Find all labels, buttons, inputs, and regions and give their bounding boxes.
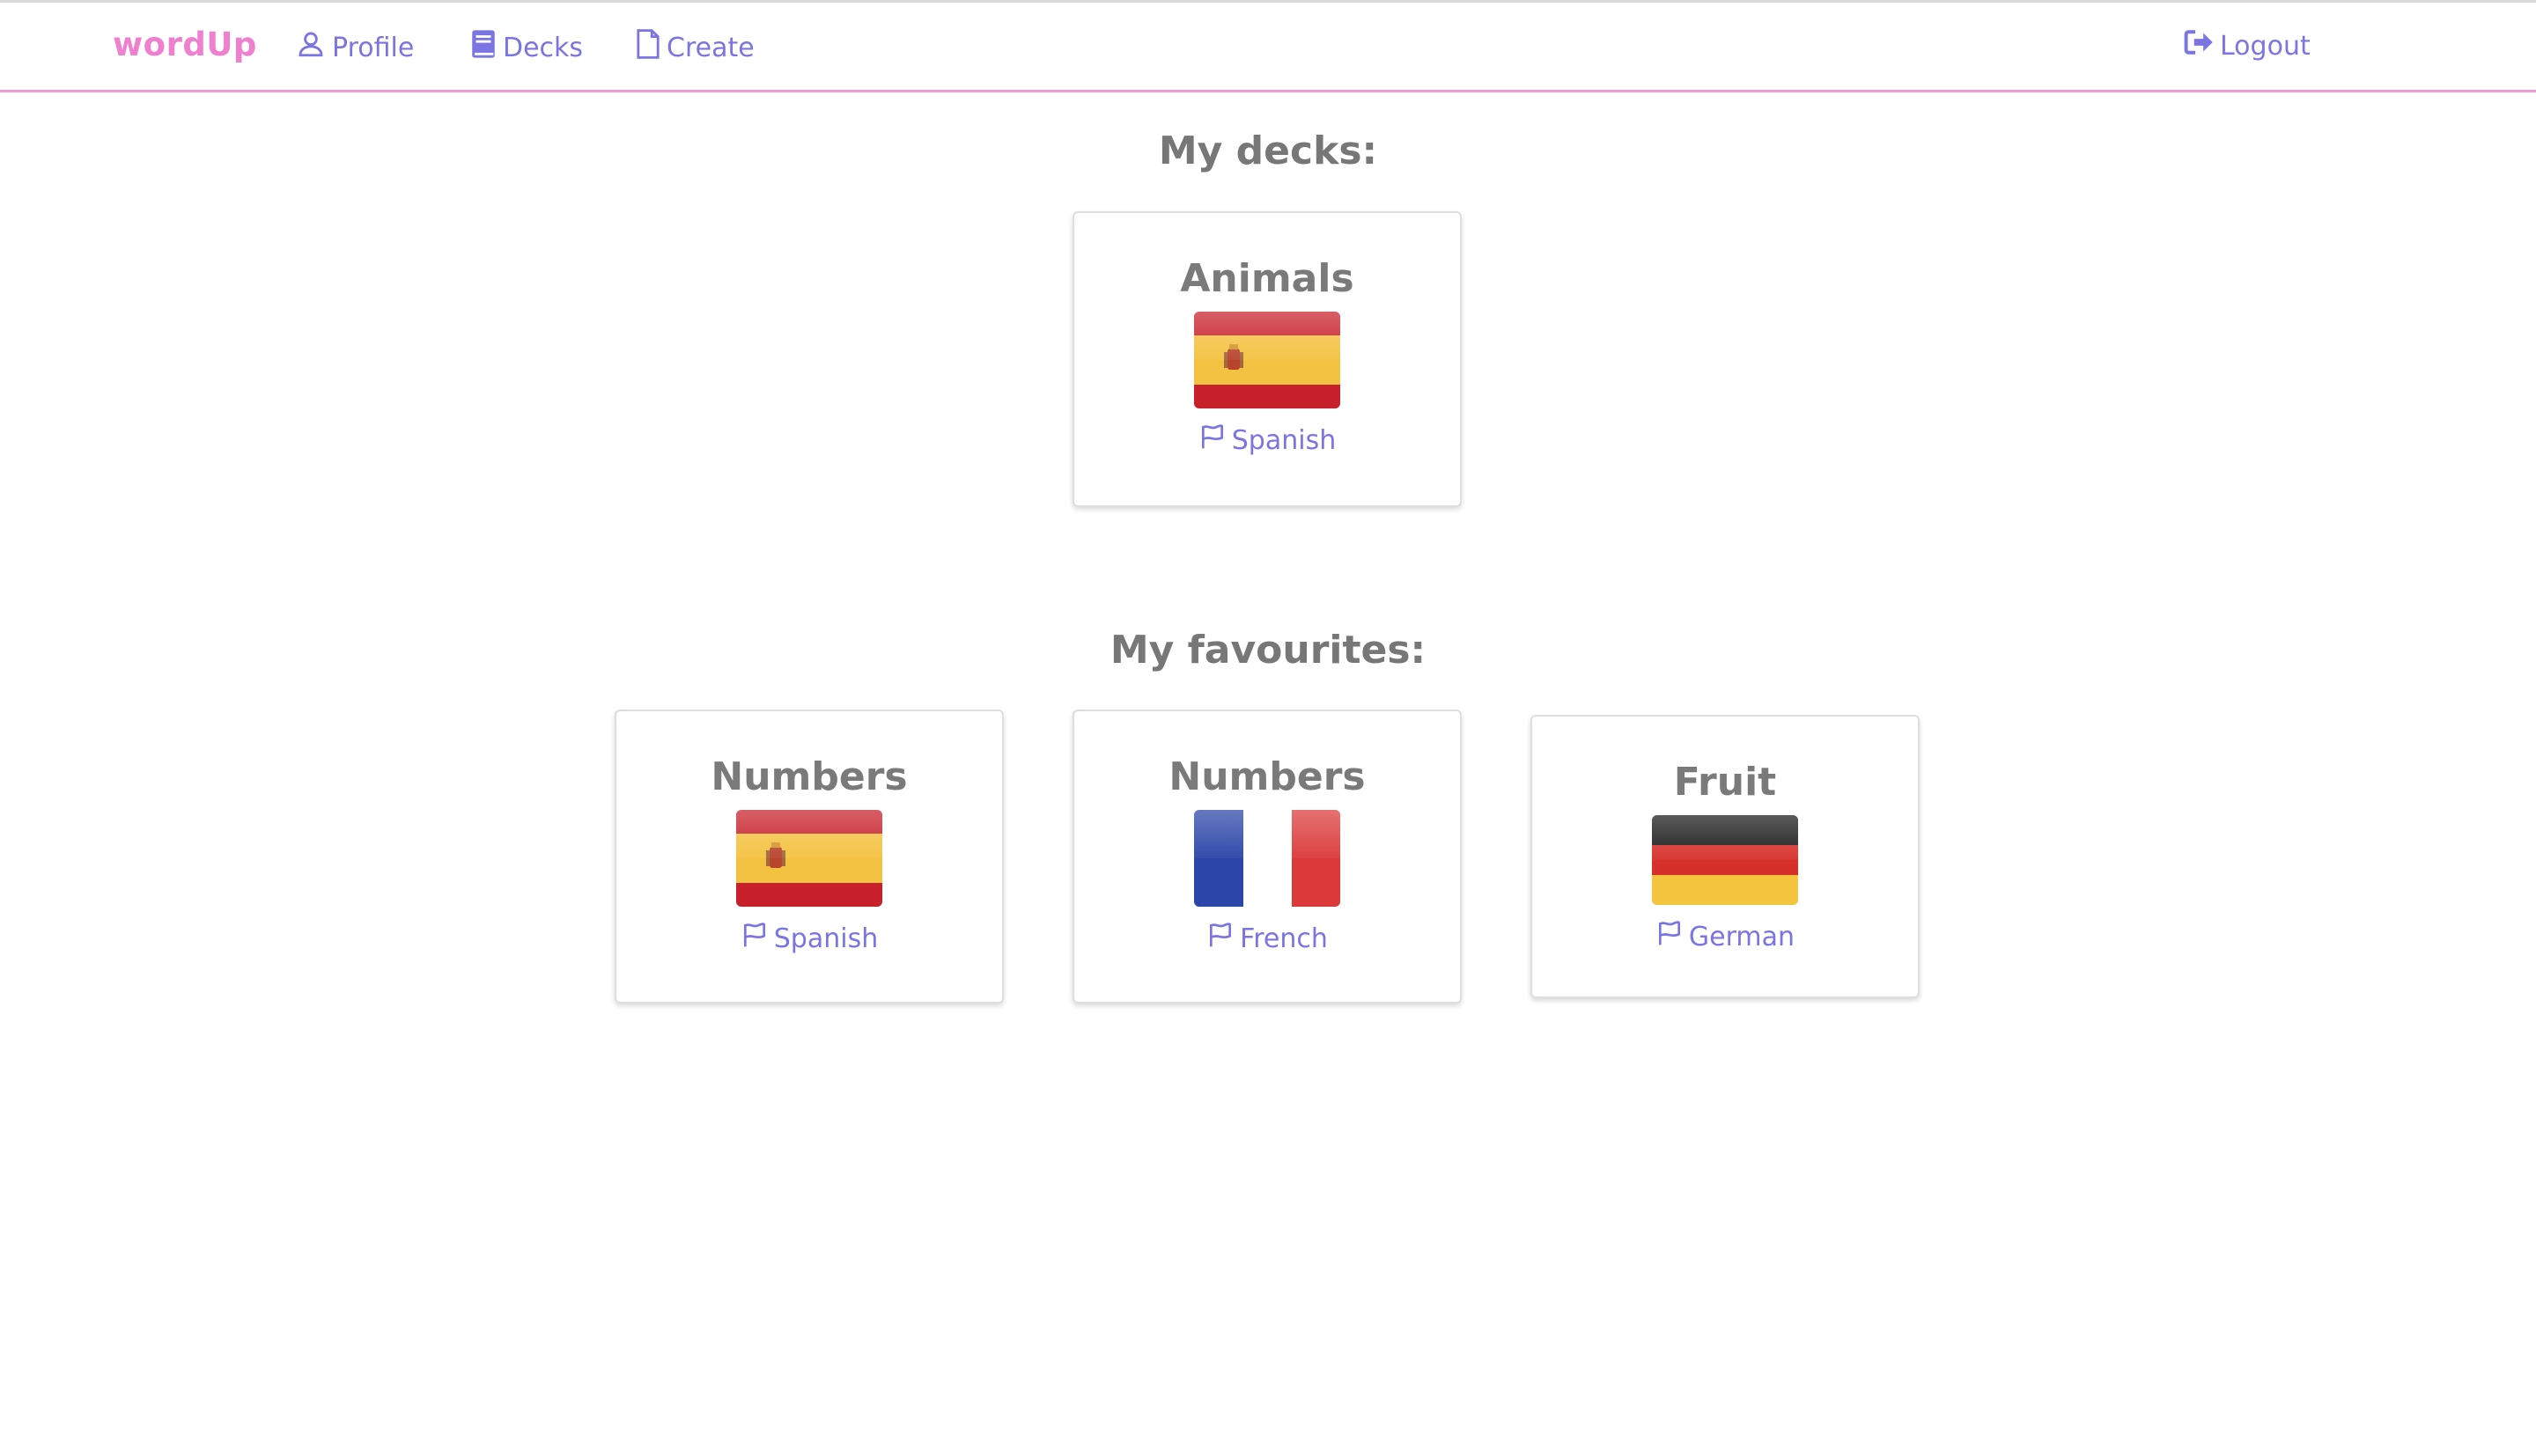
file-icon — [636, 29, 667, 66]
deck-title: Numbers — [711, 754, 908, 799]
nav-create-link[interactable]: Create — [636, 29, 755, 66]
flag-icon — [1206, 921, 1240, 956]
deck-title: Numbers — [1168, 754, 1366, 799]
book-icon — [470, 29, 503, 66]
deck-title: Animals — [1180, 256, 1354, 301]
flag-icon — [1655, 919, 1689, 954]
favourite-card-numbers-spanish[interactable]: Numbers Spanish — [615, 710, 1004, 1004]
spain-flag-icon — [736, 810, 882, 907]
france-flag-icon — [1194, 810, 1340, 907]
deck-language[interactable]: Spanish — [741, 921, 878, 956]
navbar: wordUp Profile Decks Create Logout — [0, 3, 2536, 92]
deck-language-label: French — [1240, 923, 1328, 954]
sign-out-icon — [2184, 29, 2220, 63]
nav-decks-label: Decks — [503, 32, 584, 63]
favourite-card-numbers-french[interactable]: Numbers French — [1073, 710, 1462, 1004]
nav-decks-link[interactable]: Decks — [470, 29, 583, 66]
my-decks-heading: My decks: — [1158, 129, 1378, 173]
favourite-card-fruit-german[interactable]: Fruit German — [1530, 715, 1920, 998]
deck-language[interactable]: French — [1206, 921, 1328, 956]
spain-flag-icon — [1194, 312, 1340, 408]
germany-flag-icon — [1652, 815, 1798, 905]
deck-language[interactable]: German — [1655, 919, 1795, 954]
flag-icon — [741, 921, 774, 956]
my-favourites-heading: My favourites: — [1110, 628, 1426, 673]
flag-icon — [1198, 423, 1232, 458]
deck-card-animals[interactable]: Animals Spanish — [1073, 211, 1462, 507]
nav-profile-label: Profile — [332, 32, 415, 63]
user-icon — [296, 29, 332, 66]
deck-title: Fruit — [1673, 760, 1777, 805]
deck-language-label: Spanish — [1231, 424, 1337, 456]
deck-language[interactable]: Spanish — [1198, 423, 1336, 458]
brand-logo[interactable]: wordUp — [113, 26, 257, 63]
nav-logout-link[interactable]: Logout — [2184, 29, 2311, 63]
deck-language-label: Spanish — [773, 923, 879, 954]
nav-create-label: Create — [667, 32, 755, 63]
deck-language-label: German — [1688, 921, 1795, 952]
nav-logout-label: Logout — [2220, 30, 2311, 62]
nav-profile-link[interactable]: Profile — [296, 29, 414, 66]
